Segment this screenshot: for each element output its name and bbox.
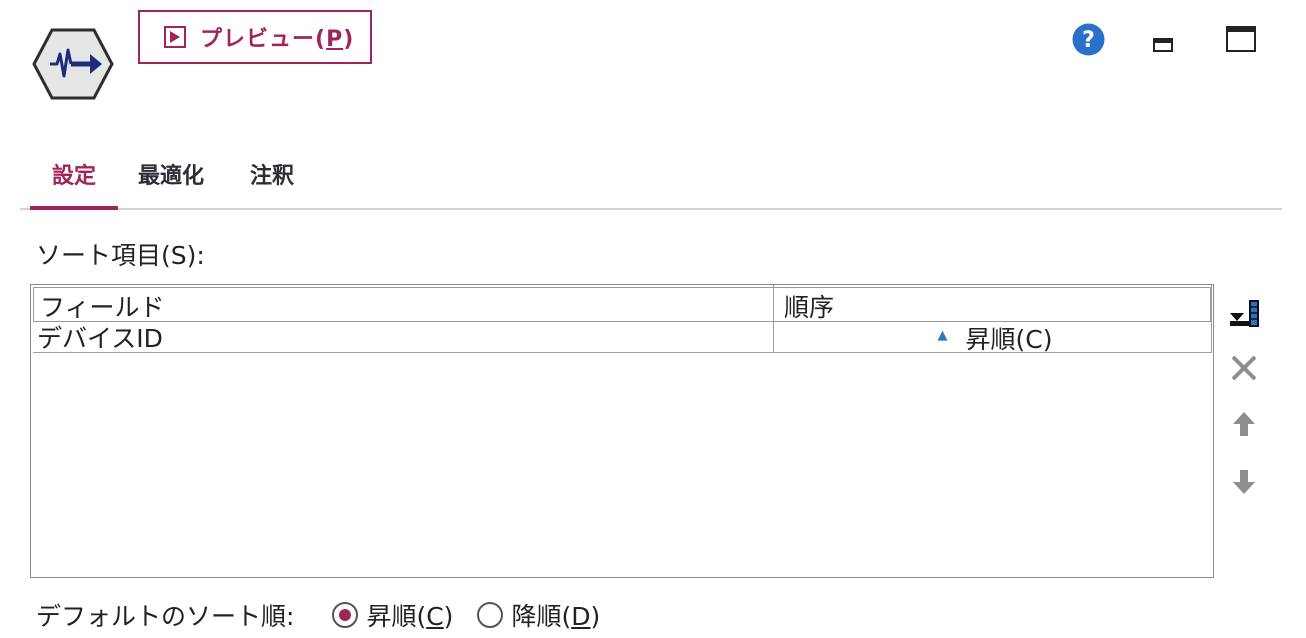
radio-ascending[interactable]: 昇順(C) (332, 597, 453, 633)
order-value: 昇順(C) (965, 324, 1053, 354)
radio-descending-label: 降順(D) (511, 602, 601, 631)
move-down-icon (1232, 468, 1256, 500)
radio-ascending-label: 昇順(C) (366, 602, 454, 631)
radio-unselected-icon (477, 602, 504, 628)
delete-icon (1230, 354, 1258, 386)
add-field-icon (1228, 299, 1260, 333)
table-row[interactable]: デバイスID ▲ 昇順(C) (33, 319, 1211, 355)
move-down-button[interactable] (1226, 466, 1262, 502)
field-cell[interactable]: デバイスID (37, 319, 163, 355)
maximize-icon[interactable] (1226, 26, 1256, 52)
ascending-marker-icon: ▲ (937, 328, 948, 343)
delete-button[interactable] (1226, 352, 1262, 388)
svg-text:?: ? (1082, 28, 1095, 53)
play-icon (164, 26, 186, 48)
tab-settings[interactable]: 設定 (52, 158, 96, 190)
help-icon[interactable]: ? (1072, 23, 1105, 56)
default-sort-caption: デフォルトのソート順: (36, 602, 295, 631)
table-header: フィールド 順序 (33, 287, 1211, 322)
radio-descending[interactable]: 降順(D) (477, 597, 600, 633)
sort-items-label: ソート項目(S): (36, 241, 205, 270)
preview-button[interactable]: プレビュー(P) (138, 10, 372, 64)
active-tab-indicator (30, 206, 118, 210)
tab-bar: 設定 最適化 注釈 (20, 140, 1282, 210)
sort-fields-table[interactable]: フィールド 順序 デバイスID ▲ 昇順(C) (30, 284, 1214, 578)
tab-optimization[interactable]: 最適化 (138, 158, 204, 190)
column-header-order[interactable]: 順序 (784, 288, 834, 324)
move-up-icon (1232, 410, 1256, 442)
order-cell[interactable]: ▲ 昇順(C) (779, 322, 1211, 354)
radio-selected-icon (332, 602, 359, 628)
tab-annotations[interactable]: 注釈 (250, 158, 294, 190)
move-up-button[interactable] (1226, 408, 1262, 444)
row-right-border (1211, 285, 1212, 353)
column-divider (773, 285, 774, 353)
minimize-icon[interactable] (1152, 36, 1176, 54)
preview-label: プレビュー(P) (200, 27, 355, 52)
add-field-button[interactable] (1226, 298, 1262, 334)
default-sort-order: デフォルトのソート順: 昇順(C) 降順(D) (36, 596, 624, 634)
sort-node-icon (30, 26, 116, 102)
